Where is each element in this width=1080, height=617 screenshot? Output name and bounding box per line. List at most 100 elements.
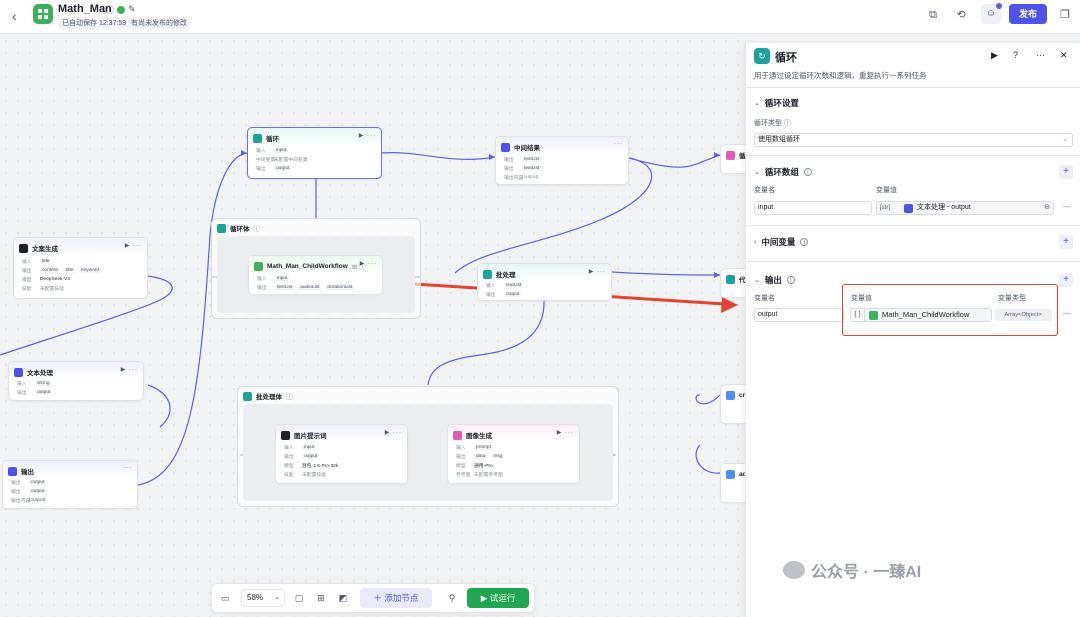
node-title: 输出 (21, 469, 34, 476)
add-output-button[interactable]: + (1059, 273, 1073, 287)
node-text-generation[interactable]: 文案生成 ▶ ··· 输入 title 输出 content title keyword… (13, 237, 148, 299)
wechat-logo-icon (783, 561, 805, 579)
node-actions-icon[interactable]: ··· (614, 141, 623, 147)
workflow-canvas[interactable]: 文案生成 ▶ ··· 输入 title 输出 content title keyword… (0, 35, 745, 617)
loop-array-header[interactable]: ⌄ 循环数组 i (754, 166, 812, 178)
run-icon[interactable]: ▶ (991, 50, 998, 61)
node-title: 循环 (266, 136, 279, 143)
node-actions-icon[interactable]: ▶ ··· (125, 242, 142, 249)
info-icon[interactable]: ⓘ (105, 3, 114, 16)
top-bar: ‹ Math_Man ⓘ ✎ 已自动保存 12:37:59 有尚未发布的修改 ⧉… (0, 0, 1080, 34)
add-node-button[interactable]: ＋ 添加节点 (360, 588, 432, 608)
help-icon[interactable]: ? (1013, 50, 1018, 60)
app-title: Math_Man (58, 3, 112, 15)
note-icon[interactable]: ◩ (336, 591, 350, 605)
divider (746, 261, 1080, 262)
node-actions-icon[interactable]: ··· (123, 465, 132, 471)
info-icon[interactable]: ⓘ (286, 391, 293, 401)
node-actions-icon[interactable]: ▶ ··· (589, 268, 606, 275)
node-image-prompt[interactable]: 图片提示词 ▶ ··· 输入 input 输出 output 模型 豆包·1.6·Pr… (275, 424, 408, 484)
node-output[interactable]: 输出 ··· 输出 output 输出 output 输出内容 {output} (2, 460, 138, 509)
node-row: 输入 prompt (456, 445, 493, 451)
autosave-status: 已自动保存 12:37:59 (59, 17, 130, 29)
node-row: 模型 DeepSeek-V3 (22, 277, 70, 283)
edit-icon[interactable]: ✎ (128, 4, 136, 15)
info-icon[interactable]: i (803, 168, 812, 176)
back-arrow-icon[interactable]: ‹ (12, 8, 26, 24)
close-icon[interactable]: ✕ (1060, 50, 1068, 61)
chevron-down-icon: ⌄ (754, 277, 760, 284)
output-header[interactable]: ⌄ 输出 i (754, 274, 795, 286)
node-text-processing[interactable]: 文本处理 ▶ ··· 输入 String 输出 output (8, 361, 144, 401)
test-run-button[interactable]: ▶ 试运行 (467, 588, 529, 608)
section-title: 输出 (764, 275, 782, 285)
remove-row-icon[interactable]: — (1063, 202, 1071, 211)
comment-icon[interactable]: ▢ (292, 591, 306, 605)
title-icons: ⓘ ✎ (105, 3, 136, 16)
node-actions-icon[interactable]: ▶ ··· (385, 429, 402, 436)
layout-icon[interactable]: ⊞ (314, 591, 328, 605)
message-icon (501, 142, 510, 152)
code-icon (726, 274, 735, 284)
minimap-icon[interactable]: ▭ (218, 591, 232, 605)
node-row: 输入 input (256, 148, 289, 154)
output-icon (8, 466, 17, 476)
node-partial-code[interactable]: 代 (720, 268, 745, 298)
node-actions-icon[interactable]: ▶ ··· (557, 429, 574, 436)
var-name-header: 变量名 (754, 187, 775, 194)
llm-icon (281, 430, 290, 440)
debug-icon[interactable]: ⚲ (445, 591, 459, 605)
edge-loop-mid (380, 151, 496, 160)
node-partial-cre[interactable]: cre (720, 384, 745, 424)
node-actions-icon[interactable]: ▶ ··· (121, 366, 138, 373)
node-child-workflow[interactable]: Math_Man_ChildWorkflow ⊞ ⓘ ▶ ··· 输入 input … (248, 255, 383, 295)
container-header: 循环体 ⓘ (217, 223, 260, 233)
info-icon[interactable]: i (786, 276, 795, 284)
node-actions-icon[interactable]: ▶ ··· (359, 132, 376, 139)
panel-toggle-icon[interactable]: ❐ (1058, 8, 1072, 22)
node-header: 输出 (8, 465, 34, 477)
node-header: 中间结果 (501, 141, 540, 153)
info-icon[interactable]: i (800, 238, 809, 246)
node-row: 输出内容 {output} (504, 175, 539, 181)
clear-icon[interactable]: ⊖ (1044, 202, 1050, 214)
publish-button[interactable]: 发布 (1009, 4, 1047, 24)
node-row: 输出 content title keyword (22, 268, 102, 274)
node-row: 输入 String (17, 381, 52, 387)
add-loop-array-button[interactable]: + (1059, 165, 1073, 179)
node-row: 输入 input (284, 445, 317, 451)
loop-type-select[interactable]: 使用数组循环 ⌄ (754, 133, 1073, 147)
output-name-input[interactable]: output (754, 308, 844, 322)
node-header: ad (726, 468, 745, 480)
loop-settings-header[interactable]: ⌄ 循环设置 (754, 97, 799, 109)
container-header: 批处理体 ⓘ (243, 391, 293, 401)
node-partial-ad[interactable]: ad (720, 463, 745, 503)
node-row: 模型 豆包·1.6·Pro·32k (284, 464, 339, 469)
input-value: input (758, 204, 774, 211)
node-row: 输出 output (11, 489, 47, 495)
remove-row-icon[interactable]: — (1063, 309, 1071, 318)
node-row: 输出 output (11, 480, 47, 486)
node-header: 代 (726, 273, 745, 285)
info-icon[interactable]: ⓘ (254, 223, 261, 233)
node-title: 图像生成 (466, 433, 492, 440)
node-batch[interactable]: 批处理 ▶ ··· 输入 textList 输出 output (477, 263, 612, 301)
more-icon[interactable]: ··· (1036, 50, 1045, 60)
history-icon[interactable]: ⟲ (954, 8, 968, 22)
loop-array-name-input[interactable]: input (754, 201, 872, 215)
mid-vars-header[interactable]: › 中间变量 i (754, 236, 809, 248)
node-loop[interactable]: 循环 ▶ ··· 输入 input 中间变量 未配置中间变量 输出 output (247, 127, 382, 179)
add-mid-var-button[interactable]: + (1059, 235, 1073, 249)
node-actions-icon[interactable]: ▶ ··· (360, 260, 377, 267)
edge-right-ad (695, 444, 721, 474)
node-partial-loop[interactable]: 循 (720, 144, 745, 174)
loop-array-value-field[interactable]: [str] 文本处理 - output ⊖ (876, 201, 1054, 215)
edge-to-loop (137, 152, 248, 486)
image-gen-icon (453, 430, 462, 440)
node-image-generation[interactable]: 图像生成 ▶ ··· 输入 prompt 输出 data msg 模型 通用-Pro 参… (447, 424, 580, 484)
copy-icon[interactable]: ⧉ (926, 8, 940, 22)
collaborators-button[interactable]: ☺ (981, 3, 1002, 24)
edge-batch-right (611, 271, 721, 276)
zoom-select[interactable]: 58% ⌄ (241, 589, 285, 607)
node-mid-result[interactable]: 中间结果 ··· 输出 textList 输出 textList 输出内容 {outp… (495, 136, 629, 185)
